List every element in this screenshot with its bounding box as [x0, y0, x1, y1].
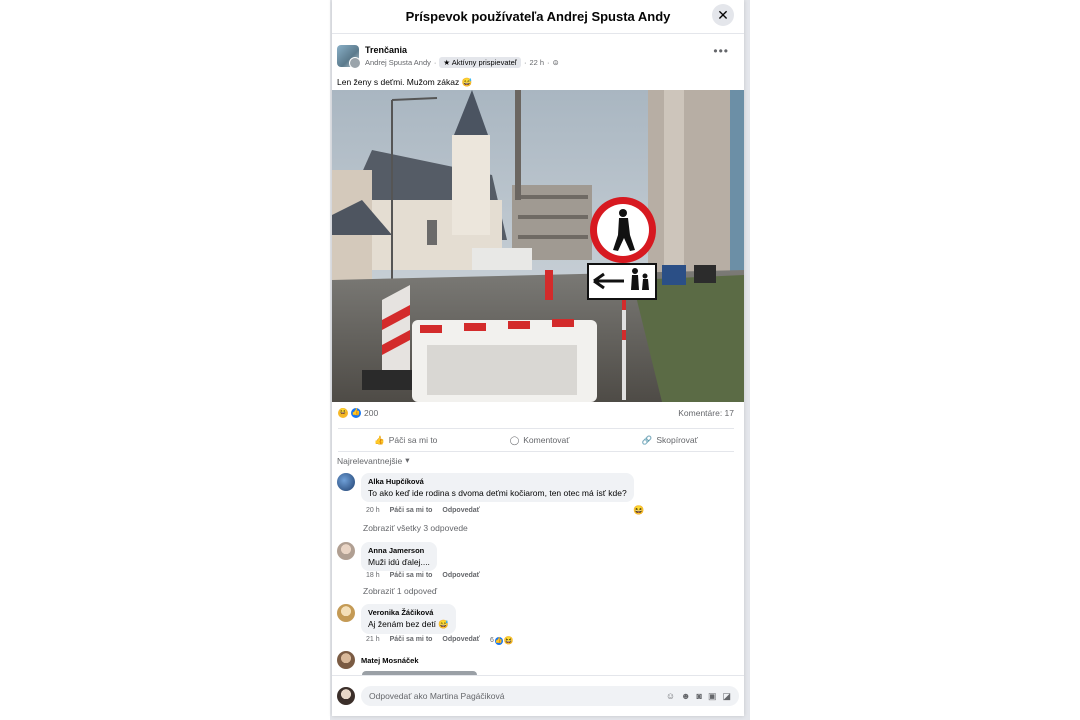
comment: Alka Hupčíková To ako keď ide rodina s d… [337, 473, 634, 502]
star-icon: ★ [443, 57, 452, 67]
post-header: Trenčania Andrej Spusta Andy · ★ Aktívny… [332, 34, 744, 71]
post-text: Len ženy s deťmi. Mužom zákaz 😅 [337, 77, 473, 87]
commenter-avatar[interactable] [337, 651, 355, 669]
comment-time[interactable]: 20 h [366, 507, 380, 514]
author-name[interactable]: Andrej Spusta Andy [365, 58, 431, 67]
gif-icon[interactable]: ▣ [708, 691, 717, 702]
comment-actions: 18 h Páči sa mi to Odpovedať [366, 572, 480, 579]
current-user-avatar[interactable] [337, 687, 355, 705]
like-reaction-icon: 👍 [351, 408, 361, 418]
post-modal: Príspevok používateľa Andrej Spusta Andy… [332, 0, 744, 716]
copy-link-button[interactable]: 🔗 Skopírovať [642, 435, 698, 446]
copy-label: Skopírovať [656, 435, 698, 445]
comment-input-placeholder: Odpovedať ako Martina Pagáčiková [369, 691, 505, 701]
comment-like-button[interactable]: Páči sa mi to [390, 507, 433, 514]
group-name[interactable]: Trenčania [365, 45, 559, 55]
comment-reply-button[interactable]: Odpovedať [442, 636, 480, 645]
commenter-name[interactable]: Alka Hupčíková [368, 477, 627, 486]
commenter-name[interactable]: Anna Jamerson [368, 546, 430, 555]
contributor-badge: ★ Aktívny prispievateľ [439, 56, 521, 68]
comment: Veronika Žáčiková Aj ženám bez detí 😅 [337, 604, 456, 634]
commenter-avatar[interactable] [337, 473, 355, 491]
like-label: Páči sa mi to [388, 435, 438, 445]
view-replies-link[interactable]: Zobraziť 1 odpoveď [363, 586, 437, 596]
comment-input[interactable]: Odpovedať ako Martina Pagáčiková ☺ ☻ ◙ ▣… [361, 686, 739, 706]
thumbs-up-icon: 👍 [374, 434, 385, 445]
laugh-reaction-icon[interactable]: 😆 [633, 505, 644, 516]
comment-reactions[interactable]: 6 👍 😆 [490, 636, 514, 645]
reaction-count[interactable]: 200 [364, 408, 378, 418]
laugh-reaction-icon: 😆 [338, 408, 348, 418]
post-photo[interactable] [332, 90, 744, 402]
comment-sort-dropdown[interactable]: Najrelevantnejšie ▾ [337, 455, 409, 466]
comment-bubble: Anna Jamerson Muži idú ďalej.... [361, 542, 437, 571]
comment-time[interactable]: 21 h [366, 636, 380, 645]
view-replies-link[interactable]: Zobraziť všetky 3 odpovede [363, 523, 468, 533]
comment-icon: ◯ [509, 434, 520, 445]
reaction-count-group[interactable]: 😆 👍 200 [338, 408, 378, 418]
avatar-sticker-icon[interactable]: ☺ [666, 691, 675, 702]
like-reaction-icon: 👍 [494, 636, 503, 645]
emoji-icon[interactable]: ☻ [681, 691, 690, 702]
comment-composer: Odpovedať ako Martina Pagáčiková ☺ ☻ ◙ ▣… [332, 675, 744, 716]
comment-time[interactable]: 18 h [366, 572, 380, 579]
comment: Anna Jamerson Muži idú ďalej.... [337, 542, 437, 571]
camera-icon[interactable]: ◙ [697, 691, 702, 702]
close-icon: ✕ [717, 6, 729, 23]
comment-reply-button[interactable]: Odpovedať [442, 507, 480, 514]
comment-label: Komentovať [523, 435, 570, 445]
comment-text: Aj ženám bez detí 😅 [368, 619, 449, 629]
post-scroll-area[interactable]: Trenčania Andrej Spusta Andy · ★ Aktívny… [332, 34, 744, 676]
link-icon: 🔗 [641, 434, 653, 445]
close-button[interactable]: ✕ [712, 4, 734, 26]
laugh-reaction-icon: 😆 [503, 636, 514, 645]
comment-button[interactable]: ◯ Komentovať [510, 435, 570, 446]
modal-header: Príspevok používateľa Andrej Spusta Andy… [332, 0, 744, 34]
sort-label: Najrelevantnejšie [337, 455, 403, 466]
comment-bubble: Alka Hupčíková To ako keď ide rodina s d… [361, 473, 634, 502]
sticker-icon[interactable]: ◪ [722, 691, 731, 702]
commenter-avatar[interactable] [337, 542, 355, 560]
comment-like-button[interactable]: Páči sa mi to [390, 572, 433, 579]
comment-text: To ako keď ide rodina s dvoma deťmi koči… [368, 488, 627, 498]
group-avatar[interactable] [337, 45, 361, 69]
commenter-avatar[interactable] [337, 604, 355, 622]
post-action-bar: 👍 Páči sa mi to ◯ Komentovať 🔗 Skopírova… [338, 428, 734, 452]
commenter-name[interactable]: Veronika Žáčiková [368, 608, 449, 617]
comment-actions: 21 h Páči sa mi to Odpovedať 6 👍 😆 [366, 636, 514, 645]
reactions-summary: 😆 👍 200 Komentáre: 17 [338, 408, 734, 418]
comment-actions: 20 h Páči sa mi to Odpovedať [366, 507, 480, 514]
comment-bubble: Veronika Žáčiková Aj ženám bez detí 😅 [361, 604, 456, 634]
modal-title: Príspevok používateľa Andrej Spusta Andy [405, 9, 671, 24]
caret-down-icon: ▾ [405, 455, 410, 465]
comment-count[interactable]: Komentáre: 17 [678, 408, 734, 418]
like-button[interactable]: 👍 Páči sa mi to [374, 435, 437, 446]
comment-reply-button[interactable]: Odpovedať [442, 572, 480, 579]
post-time[interactable]: 22 h [529, 58, 544, 67]
author-avatar[interactable] [349, 57, 361, 69]
more-options-icon[interactable]: ••• [713, 44, 729, 58]
privacy-icon: ⊜ [552, 57, 559, 67]
commenter-name[interactable]: Matej Mosnáček [361, 656, 419, 665]
comment-like-button[interactable]: Páči sa mi to [390, 636, 433, 645]
comment-text: Muži idú ďalej.... [368, 557, 430, 567]
comment: Matej Mosnáček [337, 651, 419, 669]
